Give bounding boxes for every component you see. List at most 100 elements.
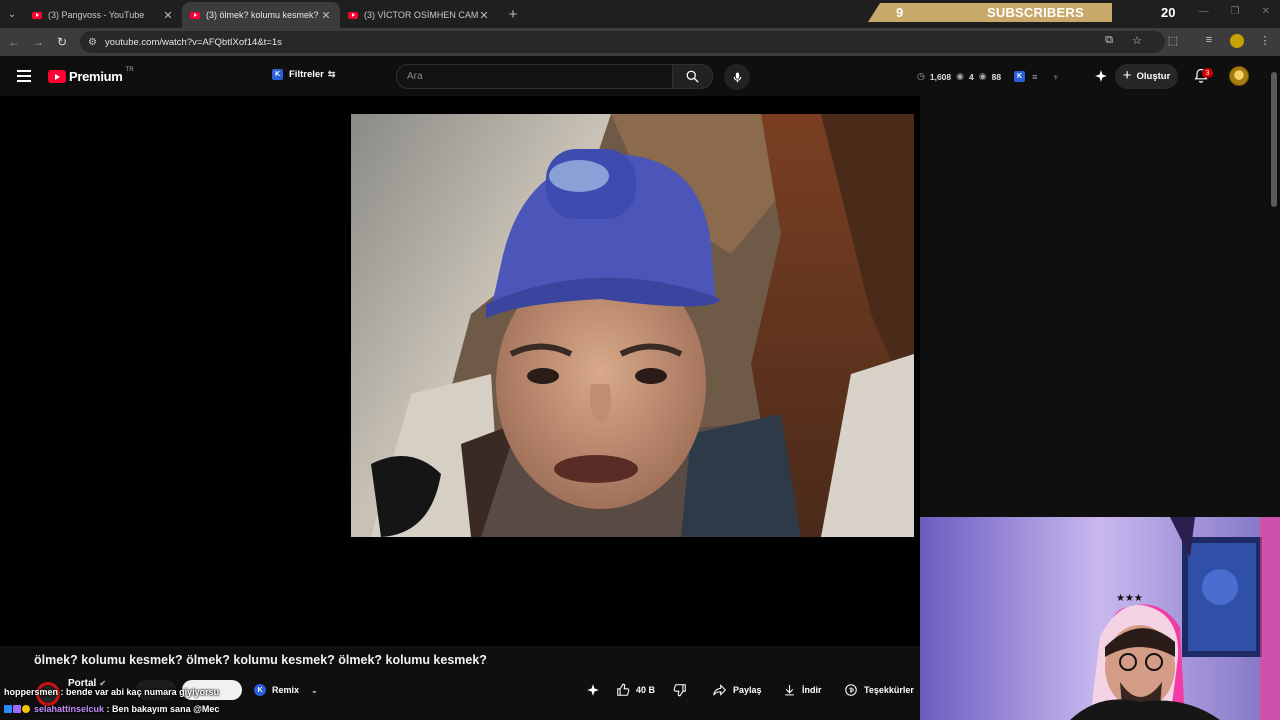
share-label: Paylaş: [733, 685, 762, 695]
account-avatar[interactable]: [1229, 66, 1249, 86]
minimize-icon[interactable]: —: [1199, 6, 1209, 17]
search-box[interactable]: [396, 64, 673, 89]
new-tab-plus-icon[interactable]: +: [502, 3, 524, 25]
microphone-icon: [733, 72, 741, 82]
restore-icon[interactable]: ❐: [1231, 6, 1240, 17]
thanks-heart-icon: [845, 684, 857, 696]
like-button[interactable]: 40 B: [610, 679, 662, 701]
tab-title: (3) Pangvoss - YouTube: [48, 10, 145, 20]
download-label: İndir: [802, 685, 822, 695]
forward-arrow-icon[interactable]: →: [26, 35, 50, 49]
address-bar-actions: ⧉ ☆ ⬚ ≡ ⋮: [1102, 34, 1272, 48]
voice-search-button[interactable]: [724, 64, 750, 90]
trophy-icon[interactable]: ♆: [1052, 72, 1059, 82]
thanks-button[interactable]: Teşekkürler: [838, 679, 920, 701]
tab-search-chevron-icon[interactable]: ⌄: [0, 0, 24, 28]
badge-icon: [13, 705, 21, 713]
subscriber-goal-target: 20: [1161, 5, 1176, 20]
extensions-puzzle-icon[interactable]: ⬚: [1166, 34, 1180, 48]
notification-count-badge: 3: [1202, 68, 1213, 78]
back-arrow-icon[interactable]: ←: [2, 35, 26, 49]
like-dislike-group: 40 B: [610, 679, 700, 701]
subscriber-goal-overlay: 9 SUBSCRIBERS 20: [868, 3, 1198, 22]
sparkle-action[interactable]: [586, 679, 600, 701]
tab-close-icon[interactable]: ✕: [162, 9, 174, 22]
webcam-overlay: ★★★: [920, 517, 1280, 720]
chat-username: hoppersmen: [4, 687, 59, 697]
subscriber-goal-label: SUBSCRIBERS: [987, 5, 1084, 20]
video-frame[interactable]: [351, 114, 914, 537]
chevron-down-icon[interactable]: ⌄: [311, 686, 318, 695]
close-window-icon[interactable]: ✕: [1262, 6, 1270, 17]
window-controls: — ❐ ✕: [1199, 6, 1270, 17]
youtube-favicon-icon: [190, 11, 200, 19]
subscriber-goal-current: 9: [896, 5, 904, 20]
like-count: 40 B: [636, 685, 656, 695]
download-icon: [785, 685, 794, 696]
eye-icon: ◉: [978, 71, 987, 81]
share-arrow-icon: [713, 684, 727, 696]
download-button[interactable]: İndir: [777, 679, 828, 701]
search-button[interactable]: [673, 64, 713, 89]
stat-views-b: 88: [991, 71, 1002, 82]
tab-close-icon[interactable]: ✕: [320, 9, 332, 22]
filters-button[interactable]: K Filtreler ⇆: [272, 69, 335, 80]
install-app-icon[interactable]: ⧉: [1102, 34, 1116, 48]
thumbs-down-icon: [673, 684, 686, 697]
browser-menu-icon[interactable]: ⋮: [1258, 34, 1272, 48]
chat-text: Ben bakayım sana @Mec: [112, 704, 220, 714]
video-still-image: [351, 114, 914, 537]
extension-badge-icon: K: [272, 69, 283, 80]
create-label: Oluştur: [1136, 71, 1171, 82]
stat-views-a: 4: [969, 71, 974, 82]
media-controls-icon[interactable]: ≡: [1202, 34, 1216, 48]
youtube-play-logo-icon: [48, 70, 66, 83]
browser-tab-bar: ⌄ (3) Pangvoss - YouTube ✕ (3) ölmek? ko…: [0, 0, 1280, 28]
reload-icon[interactable]: ↻: [50, 35, 74, 49]
omnibox[interactable]: ⚙ youtube.com/watch?v=AFQbtIXof14&t=1s: [80, 31, 1165, 53]
search-input[interactable]: [407, 71, 672, 82]
browser-tab-3[interactable]: (3) VİCTOR OSİMHEN CAMİ | M ✕: [340, 2, 498, 28]
sparkle-icon: [587, 684, 599, 696]
create-button[interactable]: + Oluştur: [1115, 64, 1178, 89]
tab-title: (3) VİCTOR OSİMHEN CAMİ | M: [364, 10, 478, 20]
thanks-pill[interactable]: Teşekkürler: [838, 679, 920, 701]
chat-text: bende var abi kaç numara giyiyorsu: [66, 687, 220, 697]
eye-icon: ◉: [956, 71, 964, 81]
address-bar-row: ← → ↻ ⚙ youtube.com/watch?v=AFQbtIXof14&…: [0, 28, 1280, 56]
profile-avatar-icon[interactable]: [1230, 34, 1244, 48]
browser-tab-1[interactable]: (3) Pangvoss - YouTube ✕: [24, 2, 182, 28]
youtube-header: Premium TR K Filtreler ⇆ ◷ 1,608 ◉ 4 ◉ 8…: [0, 56, 1280, 96]
share-button[interactable]: Paylaş: [706, 679, 768, 701]
svg-text:★★★: ★★★: [1116, 593, 1143, 604]
video-title: ölmek? kolumu kesmek? ölmek? kolumu kesm…: [34, 653, 487, 667]
dislike-button[interactable]: [667, 679, 700, 701]
url-text: youtube.com/watch?v=AFQbtIXof14&t=1s: [104, 36, 282, 48]
coin-icon: ◷: [917, 71, 925, 81]
bookmark-star-icon[interactable]: ☆: [1130, 34, 1144, 48]
extension-stats: ◷ 1,608 ◉ 4 ◉ 88 K ≡ ♆: [917, 71, 1059, 82]
youtube-favicon-icon: [348, 11, 358, 19]
thumbs-up-icon: [617, 683, 630, 696]
thanks-label: Teşekkürler: [864, 685, 914, 695]
download-pill[interactable]: İndir: [777, 679, 828, 701]
youtube-favicon-icon: [32, 11, 42, 19]
remix-label: Remix: [272, 685, 300, 695]
hamburger-menu-icon[interactable]: [17, 70, 31, 85]
list-icon[interactable]: ≡: [1032, 72, 1037, 82]
sparkle-icon[interactable]: [1094, 69, 1108, 88]
remix-button[interactable]: K Remix ⌄: [250, 680, 322, 700]
badge-icon: [22, 705, 30, 713]
browser-tab-2[interactable]: (3) ölmek? kolumu kesmek? ölmek? ✕: [182, 2, 340, 28]
tab-close-icon[interactable]: ✕: [478, 9, 490, 22]
site-info-icon[interactable]: ⚙: [88, 37, 97, 48]
extension-badge-icon[interactable]: K: [1014, 71, 1026, 82]
stat-coins: 1,608: [929, 71, 952, 82]
youtube-premium-logo[interactable]: Premium TR: [48, 67, 134, 84]
badge-icon: [4, 705, 12, 713]
filters-label: Filtreler: [289, 69, 324, 80]
share-pill[interactable]: Paylaş: [706, 679, 768, 701]
search-icon: [686, 70, 699, 83]
scrollbar-thumb[interactable]: [1271, 72, 1277, 207]
remix-icon: K: [254, 684, 266, 696]
